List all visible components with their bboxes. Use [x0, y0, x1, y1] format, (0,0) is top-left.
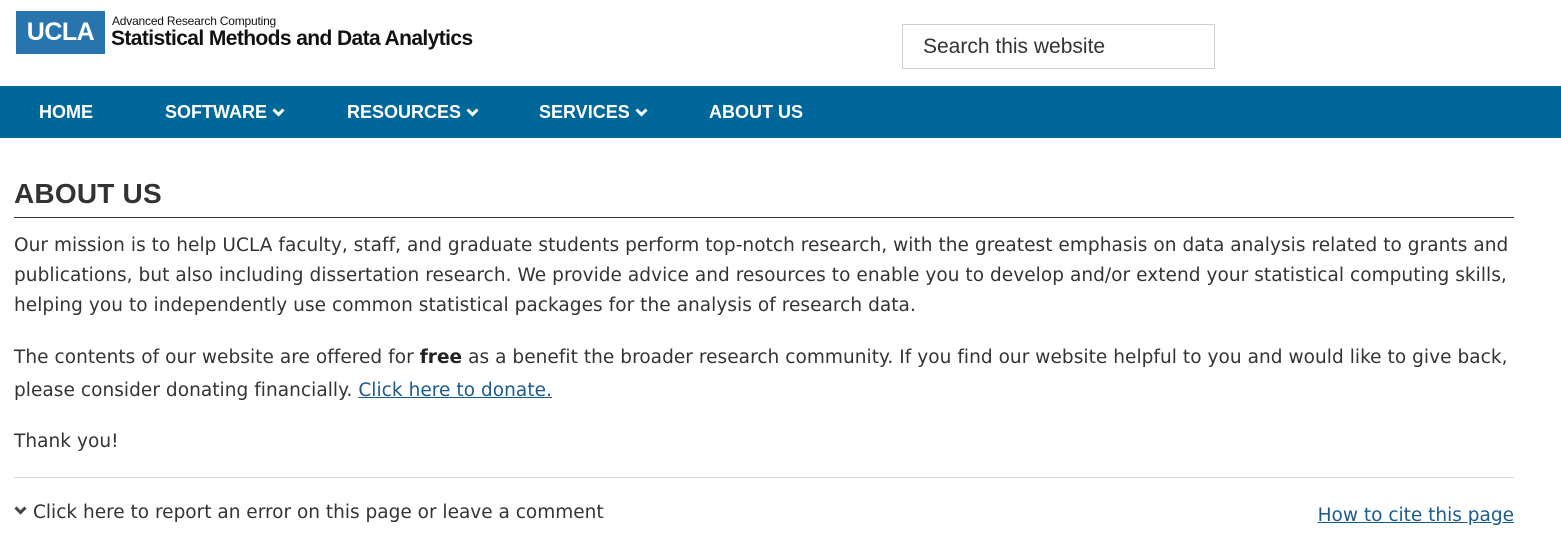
nav-item-home[interactable]: HOME — [39, 86, 93, 138]
report-error-toggle[interactable]: Click here to report an error on this pa… — [14, 502, 604, 524]
ucla-logo[interactable]: UCLA — [16, 11, 105, 54]
site-title[interactable]: Statistical Methods and Data Analytics — [111, 27, 473, 51]
page-title: ABOUT US — [14, 178, 162, 209]
search-box — [902, 24, 1215, 69]
thank-you-text: Thank you! — [14, 431, 119, 452]
nav-item-about-us[interactable]: ABOUT US — [709, 86, 803, 138]
report-error-label: Click here to report an error on this pa… — [33, 502, 604, 523]
footer-divider — [14, 477, 1514, 478]
title-divider — [14, 217, 1514, 218]
chevron-down-icon — [272, 85, 285, 137]
nav-item-software[interactable]: SOFTWARE — [165, 86, 285, 138]
nav-item-label: HOME — [39, 102, 93, 122]
main-nav: HOME SOFTWARE RESOURCES SERVICES ABOUT U… — [0, 86, 1561, 138]
donation-paragraph: The contents of our website are offered … — [14, 341, 1519, 407]
site-header: UCLA Advanced Research Computing Statist… — [0, 0, 1561, 86]
nav-item-resources[interactable]: RESOURCES — [347, 86, 479, 138]
chevron-down-icon — [466, 85, 479, 137]
donate-link[interactable]: Click here to donate. — [358, 380, 552, 401]
chevron-down-icon — [14, 499, 27, 520]
nav-item-services[interactable]: SERVICES — [539, 86, 648, 138]
chevron-down-icon — [635, 85, 648, 137]
cite-page-link[interactable]: How to cite this page — [1318, 505, 1514, 526]
nav-item-label: SERVICES — [539, 102, 630, 122]
free-emphasis: free — [419, 347, 463, 368]
mission-paragraph: Our mission is to help UCLA faculty, sta… — [14, 235, 1509, 316]
search-input[interactable] — [903, 25, 1213, 68]
donation-text-before: The contents of our website are offered … — [14, 347, 420, 368]
nav-item-label: ABOUT US — [709, 102, 803, 122]
org-subtitle: Advanced Research Computing — [112, 14, 277, 28]
nav-item-label: RESOURCES — [347, 102, 462, 122]
nav-item-label: SOFTWARE — [165, 102, 267, 122]
